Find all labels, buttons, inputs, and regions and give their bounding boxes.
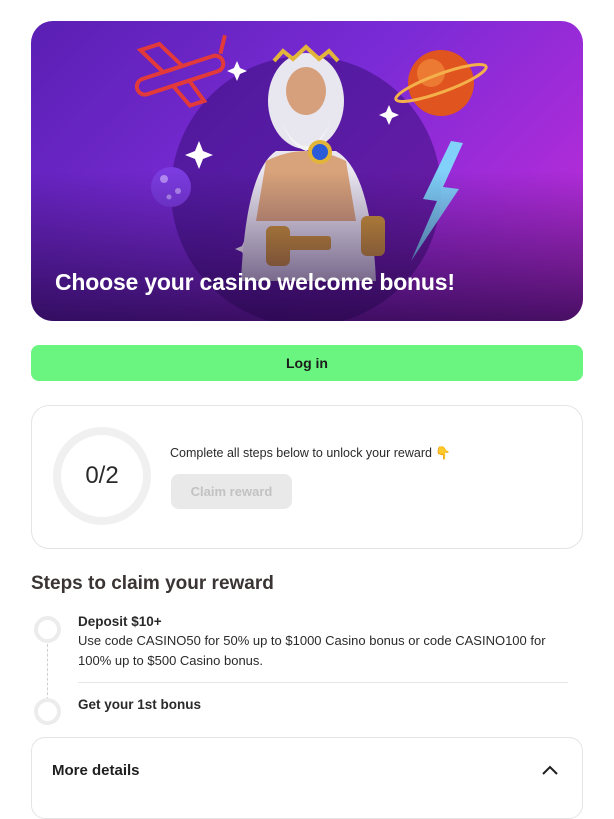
more-details-label: More details [52,762,140,779]
step-2-title: Get your 1st bonus [78,697,202,712]
step-2-indicator [34,698,61,725]
steps-title: Steps to claim your reward [31,573,274,594]
progress-message-text: Complete all steps below to unlock your … [170,446,432,460]
hero-fade [31,171,583,321]
step-1-indicator [34,616,61,643]
step-1-description: Use code CASINO50 for 50% up to $1000 Ca… [78,633,546,668]
step-connector [47,644,48,700]
more-details-toggle[interactable]: More details [31,737,583,819]
step-1-title: Deposit $10+ [78,614,162,629]
claim-reward-button[interactable]: Claim reward [171,474,292,509]
step-divider [78,682,568,683]
hero-banner: Choose your casino welcome bonus! [31,21,583,321]
progress-card: 0/2 Complete all steps below to unlock y… [31,405,583,549]
chevron-up-icon [542,765,558,775]
progress-count: 0/2 [85,462,119,489]
login-button[interactable]: Log in [31,345,583,381]
hero-title: Choose your casino welcome bonus! [55,269,455,295]
progress-message: Complete all steps below to unlock your … [170,446,451,461]
pointing-down-icon: 👇 [435,446,451,460]
